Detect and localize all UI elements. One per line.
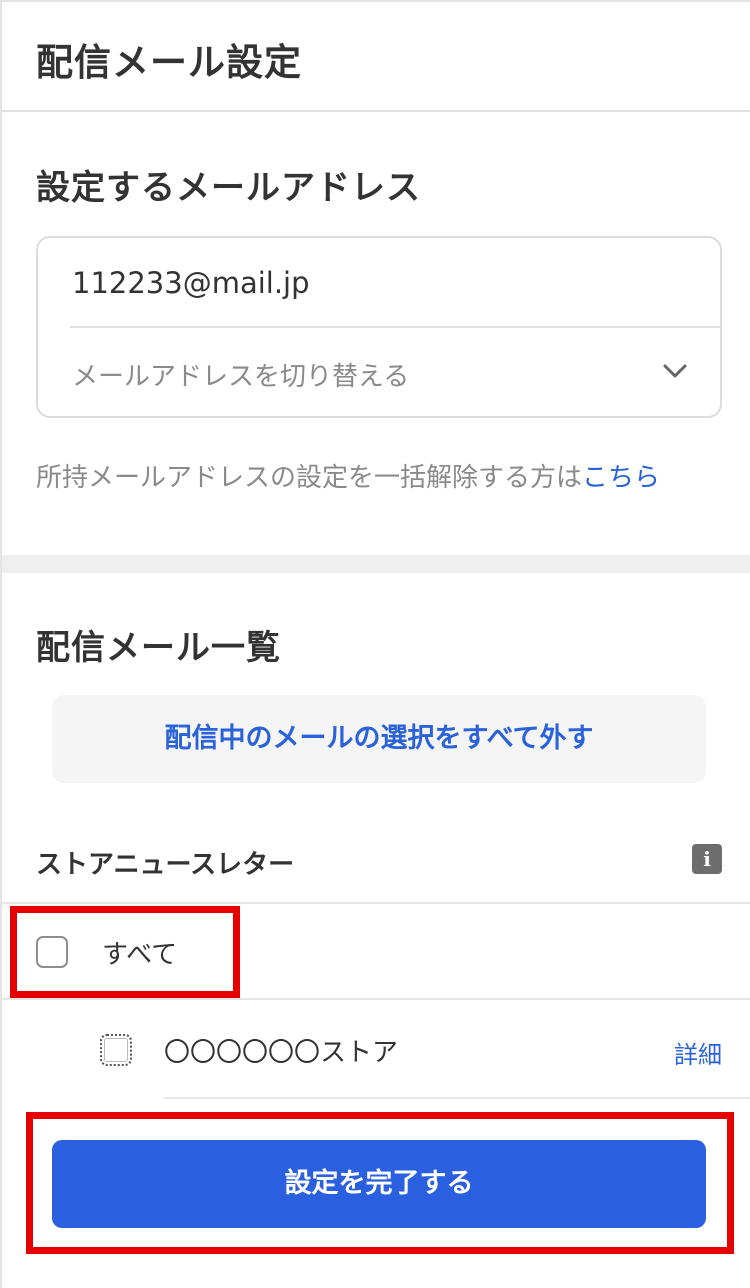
row-divider [2,902,750,904]
email-selector-card: 112233@mail.jp メールアドレスを切り替える [36,236,722,418]
row-divider [2,998,750,1000]
newsletter-group-title: ストアニュースレター [36,850,295,880]
bulk-note-text: 所持メールアドレスの設定を一括解除する方は [36,463,583,493]
current-email: 112233@mail.jp [72,266,310,300]
bulk-unsubscribe-note: 所持メールアドレスの設定を一括解除する方はこちら [36,457,660,494]
unselect-all-button[interactable]: 配信中のメールの選択をすべて外す [52,695,706,783]
mail-settings-page: 配信メール設定 設定するメールアドレス 112233@mail.jp メールアド… [0,0,750,1288]
row-divider [164,1097,750,1099]
email-switch-dropdown[interactable]: メールアドレスを切り替える [72,356,409,393]
info-icon[interactable]: i [692,844,722,874]
email-divider [70,326,720,328]
store-item-checkbox[interactable] [100,1034,132,1066]
page-header: 配信メール設定 [2,2,750,112]
select-all-checkbox[interactable] [36,936,68,968]
bulk-unsubscribe-link[interactable]: こちら [582,463,660,493]
store-detail-link[interactable]: 詳細 [674,1035,722,1070]
section-separator [2,555,750,573]
chevron-down-icon[interactable] [660,356,690,386]
store-item-label: 〇〇〇〇〇〇ストア [164,1038,399,1068]
email-section-title: 設定するメールアドレス [36,168,421,208]
select-all-label: すべて [102,940,178,970]
complete-settings-button[interactable]: 設定を完了する [52,1140,706,1228]
mail-list-title: 配信メール一覧 [36,628,281,668]
page-title: 配信メール設定 [36,41,302,84]
